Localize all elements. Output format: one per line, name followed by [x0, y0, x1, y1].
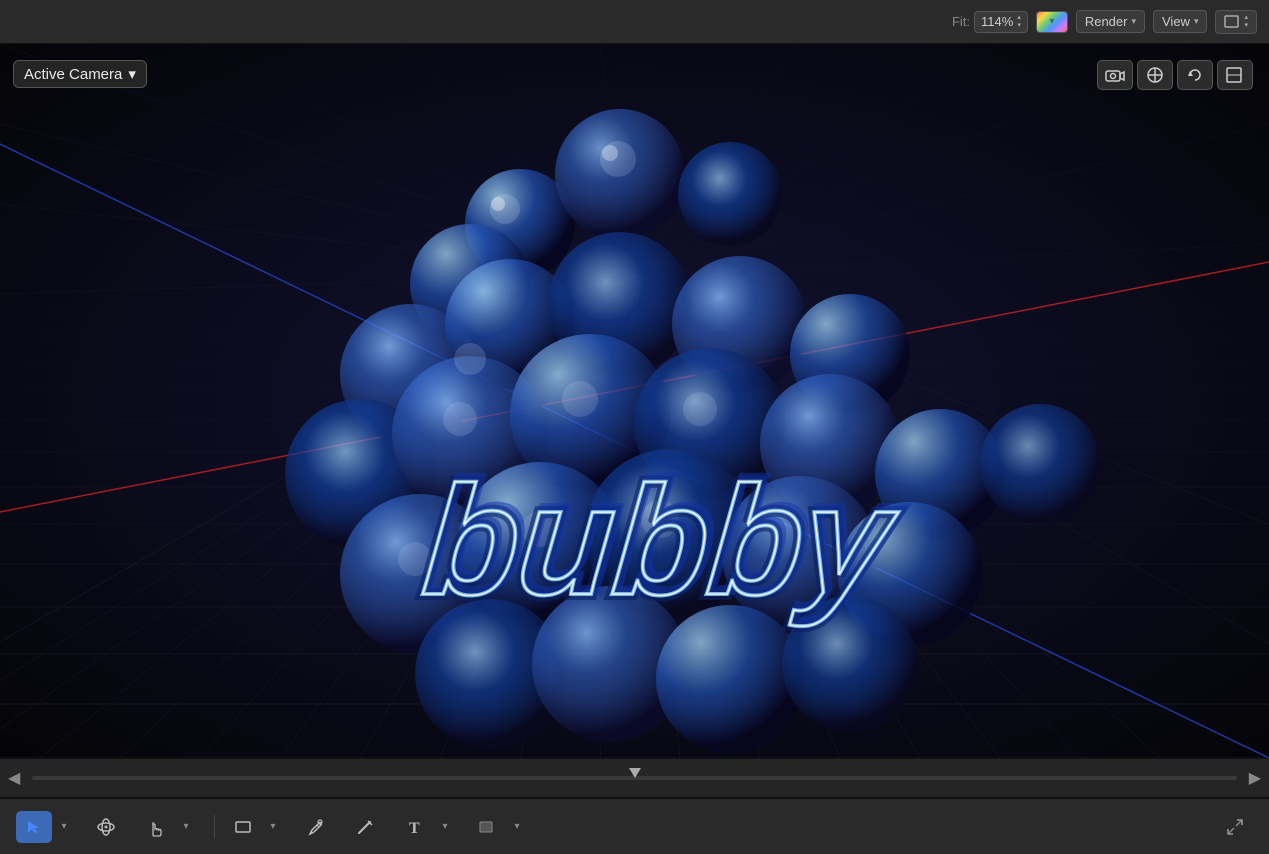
render-label: Render [1085, 14, 1128, 29]
shape-tool-button[interactable] [225, 811, 261, 843]
view-chevron-icon: ▾ [1194, 16, 1199, 27]
fill-icon [477, 817, 497, 837]
top-toolbar: Fit: 114% ▴ ▾ ▾ Render ▾ View ▾ ▴ ▾ [0, 0, 1269, 44]
layout-button[interactable] [1217, 60, 1253, 90]
camera-dropdown[interactable]: Active Camera ▾ [13, 60, 147, 88]
orbit-tool-button[interactable] [88, 811, 124, 843]
shape-icon [233, 817, 253, 837]
shape-chevron-icon: ▾ [270, 821, 275, 832]
window-stepper[interactable]: ▴ ▾ [1244, 14, 1248, 30]
camera-icon-button[interactable] [1097, 60, 1133, 90]
chevron-down-icon: ▾ [1017, 22, 1021, 30]
timeline-start-marker[interactable]: ◀ [8, 768, 20, 788]
rotate-view-icon [1186, 66, 1204, 84]
camera-icon [1105, 67, 1125, 83]
move-view-icon [1146, 66, 1164, 84]
window-button[interactable]: ▴ ▾ [1215, 10, 1257, 34]
bottom-toolbar: ▾ ▾ ▾ [0, 798, 1269, 854]
svg-text:T: T [409, 820, 420, 837]
pen-icon [305, 817, 325, 837]
expand-icon [1225, 817, 1245, 837]
arrow-icon [26, 819, 42, 835]
fit-control: Fit: 114% ▴ ▾ [952, 11, 1028, 33]
hand-icon [146, 817, 166, 837]
fit-stepper[interactable]: ▴ ▾ [1017, 14, 1021, 30]
timeline-track[interactable] [32, 776, 1236, 780]
fill-tool-group: ▾ [469, 811, 527, 843]
fill-chevron-icon: ▾ [514, 821, 519, 832]
brush-tool-button[interactable] [347, 811, 383, 843]
view-dropdown[interactable]: View ▾ [1153, 10, 1207, 33]
viewport-controls [1097, 60, 1253, 90]
svg-text:bubby: bubby [417, 453, 904, 627]
layout-icon [1225, 66, 1243, 84]
chevron-up-icon: ▴ [1017, 14, 1021, 22]
timeline-playhead[interactable] [629, 768, 641, 778]
shape-tool-dropdown[interactable]: ▾ [263, 811, 283, 843]
fill-tool-dropdown[interactable]: ▾ [507, 811, 527, 843]
window-down-icon: ▾ [1244, 22, 1248, 30]
pan-tool-button[interactable] [138, 811, 174, 843]
camera-label: Active Camera [24, 66, 122, 83]
fit-label: Fit: [952, 14, 970, 29]
expand-button[interactable] [1217, 811, 1253, 843]
text-icon: T [405, 817, 425, 837]
pan-tool-dropdown[interactable]: ▾ [176, 811, 196, 843]
window-icon [1224, 15, 1240, 29]
camera-chevron-icon: ▾ [128, 65, 136, 83]
select-chevron-icon: ▾ [61, 821, 66, 832]
pan-tool-group: ▾ [138, 811, 196, 843]
fit-value-button[interactable]: 114% ▴ ▾ [974, 11, 1028, 33]
brush-tool-group [347, 811, 383, 843]
text-tool-dropdown[interactable]: ▾ [435, 811, 455, 843]
render-dropdown[interactable]: Render ▾ [1076, 10, 1145, 33]
pen-tool-button[interactable] [297, 811, 333, 843]
render-chevron-icon: ▾ [1131, 16, 1136, 27]
shape-tool-group: ▾ [225, 811, 283, 843]
view-label: View [1162, 14, 1190, 29]
chevron-down-icon: ▾ [1049, 16, 1054, 27]
window-up-icon: ▴ [1244, 14, 1248, 22]
move-view-button[interactable] [1137, 60, 1173, 90]
text-tool-group: T ▾ [397, 811, 455, 843]
bottom-right-tools [1217, 811, 1253, 843]
separator-1 [214, 815, 215, 839]
text-tool-button[interactable]: T [397, 811, 433, 843]
text-chevron-icon: ▾ [442, 821, 447, 832]
color-picker-button[interactable]: ▾ [1036, 11, 1068, 33]
pen-tool-group [297, 811, 333, 843]
select-tool-button[interactable] [16, 811, 52, 843]
orbit-tool-group [88, 811, 124, 843]
select-tool-dropdown[interactable]: ▾ [54, 811, 74, 843]
scene-canvas: bubby bubby bubby bubby [0, 44, 1269, 758]
brush-icon [355, 817, 375, 837]
timeline-end-marker[interactable]: ▶ [1249, 768, 1261, 788]
orbit-icon [96, 817, 116, 837]
fill-tool-button[interactable] [469, 811, 505, 843]
timeline-bar: ◀ ▶ [0, 758, 1269, 798]
viewport[interactable]: Active Camera ▾ [0, 44, 1269, 758]
select-tool-group: ▾ [16, 811, 74, 843]
rotate-view-button[interactable] [1177, 60, 1213, 90]
pan-chevron-icon: ▾ [183, 821, 188, 832]
fit-percentage: 114% [981, 14, 1013, 29]
